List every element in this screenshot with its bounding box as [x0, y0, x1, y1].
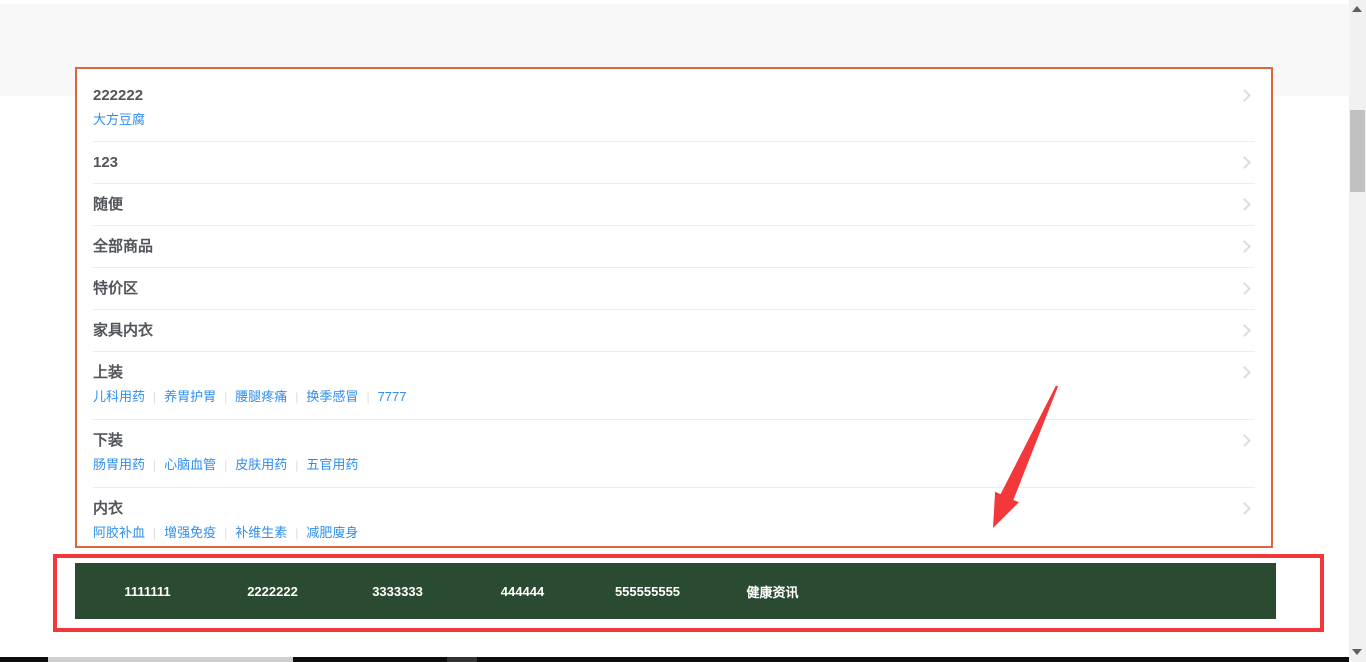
category-sublinks: 大方豆腐 [93, 110, 1255, 129]
category-row: 全部商品 [93, 226, 1255, 268]
sublink-separator: | [224, 458, 227, 472]
category-title[interactable]: 特价区 [93, 279, 1255, 298]
sublink-separator: | [224, 526, 227, 540]
category-sublink[interactable]: 补维生素 [235, 525, 287, 540]
category-sublink[interactable]: 阿胶补血 [93, 525, 145, 540]
category-sublink[interactable]: 儿科用药 [93, 389, 145, 404]
category-title[interactable]: 下装 [93, 431, 1255, 450]
footer-nav-item[interactable]: 555555555 [585, 584, 710, 599]
category-row: 222222 大方豆腐 [93, 75, 1255, 142]
scrollbar-up-icon[interactable] [1352, 6, 1362, 12]
category-row: 上装儿科用药 | 养胃护胃 | 腰腿疼痛 | 换季感冒 | 7777 [93, 352, 1255, 420]
category-sublinks: 儿科用药 | 养胃护胃 | 腰腿疼痛 | 换季感冒 | 7777 [93, 387, 1255, 407]
category-sublink[interactable]: 换季感冒 [306, 389, 358, 404]
category-row: 内衣阿胶补血 | 增强免疫 | 补维生素 | 减肥廋身 [93, 488, 1255, 555]
taskbar-segment [447, 657, 477, 662]
footer-nav-item[interactable]: 444444 [460, 584, 585, 599]
category-row: 123 [93, 142, 1255, 184]
taskbar-segment [48, 657, 293, 662]
category-sublink[interactable]: 增强免疫 [164, 525, 216, 540]
category-title[interactable]: 全部商品 [93, 237, 1255, 256]
sublink-separator: | [153, 458, 156, 472]
footer-nav: 111111122222223333333444444555555555健康资讯 [75, 563, 1276, 619]
category-sublink[interactable]: 五官用药 [306, 457, 358, 472]
sublink-separator: | [295, 390, 298, 404]
footer-nav-item[interactable]: 2222222 [210, 584, 335, 599]
category-sublink[interactable]: 7777 [378, 389, 407, 404]
category-sublink[interactable]: 心脑血管 [164, 457, 216, 472]
footer-nav-item[interactable]: 健康资讯 [710, 582, 835, 601]
category-sublink[interactable]: 减肥廋身 [306, 525, 358, 540]
category-title[interactable]: 家具内衣 [93, 321, 1255, 340]
scrollbar-down-icon[interactable] [1352, 649, 1362, 655]
category-row: 家具内衣 [93, 310, 1255, 352]
sublink-separator: | [366, 390, 369, 404]
category-title[interactable]: 123 [93, 153, 1255, 172]
category-row: 下装肠胃用药 | 心脑血管 | 皮肤用药 | 五官用药 [93, 420, 1255, 488]
category-row: 随便 [93, 184, 1255, 226]
vertical-scrollbar[interactable] [1349, 0, 1366, 662]
category-title[interactable]: 222222 [93, 86, 1255, 105]
sublink-separator: | [153, 526, 156, 540]
category-panel: 222222 大方豆腐 123 随便全部商品特价区家具内衣上装儿科用药 | 养胃护胃 | 腰腿… [75, 67, 1273, 548]
category-title[interactable]: 随便 [93, 195, 1255, 214]
category-title[interactable]: 内衣 [93, 499, 1255, 518]
category-sublink[interactable]: 皮肤用药 [235, 457, 287, 472]
scrollbar-thumb[interactable] [1350, 110, 1365, 192]
category-sublink[interactable]: 肠胃用药 [93, 457, 145, 472]
sublink-separator: | [224, 390, 227, 404]
category-sublink[interactable]: 养胃护胃 [164, 389, 216, 404]
sublink-separator: | [295, 526, 298, 540]
footer-nav-item[interactable]: 3333333 [335, 584, 460, 599]
sublink-separator: | [295, 458, 298, 472]
category-title[interactable]: 上装 [93, 363, 1255, 382]
footer-nav-item[interactable]: 1111111 [85, 584, 210, 599]
taskbar-strip [0, 657, 1349, 662]
sublink-separator: | [153, 390, 156, 404]
category-sublink[interactable]: 腰腿疼痛 [235, 389, 287, 404]
category-sublinks: 肠胃用药 | 心脑血管 | 皮肤用药 | 五官用药 [93, 455, 1255, 475]
category-sublinks: 阿胶补血 | 增强免疫 | 补维生素 | 减肥廋身 [93, 523, 1255, 543]
category-row: 特价区 [93, 268, 1255, 310]
category-sublink[interactable]: 大方豆腐 [93, 112, 145, 127]
